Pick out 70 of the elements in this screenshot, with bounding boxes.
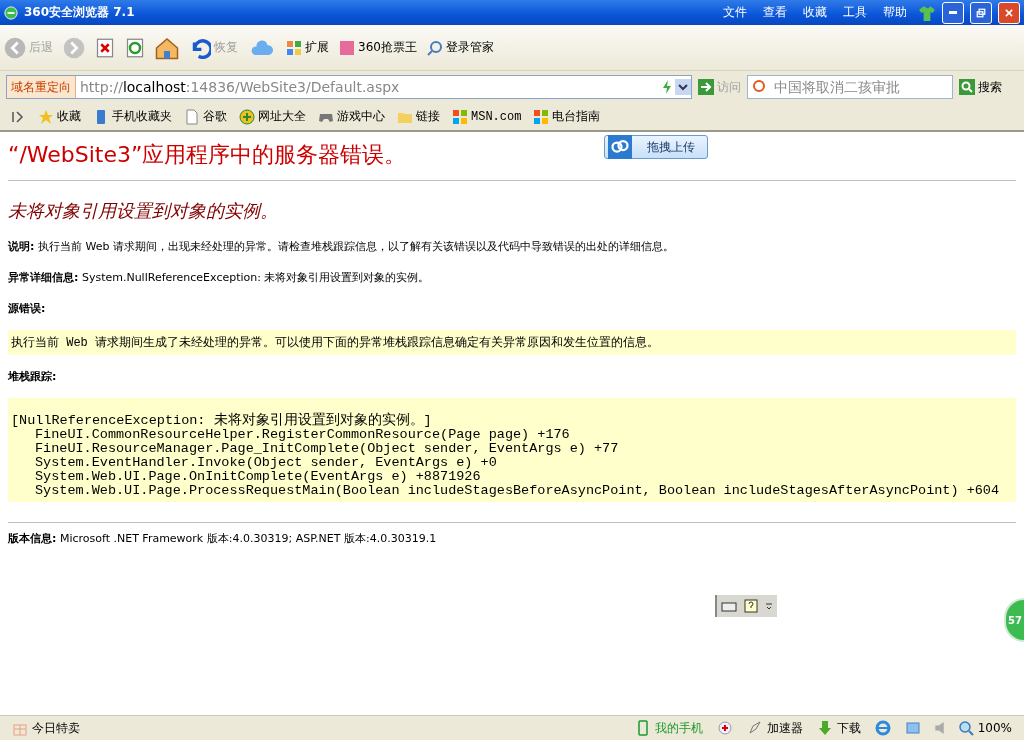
section-heading: 堆栈跟踪: — [8, 369, 58, 384]
status-item[interactable]: 加速器 — [746, 719, 803, 737]
bookmark-item[interactable]: 链接 — [397, 108, 440, 125]
upload-button[interactable]: 拖拽上传 — [604, 135, 708, 159]
page-heading: “/WebSite3”应用程序中的服务器错误。 — [8, 141, 407, 169]
status-item[interactable] — [716, 720, 733, 736]
star-icon — [38, 108, 54, 125]
restore-button[interactable] — [970, 1, 992, 24]
sidebar-toggle-icon — [10, 108, 26, 125]
version-info-text: 版本信息: Microsoft .NET Framework 版本:4.0.30319; ASP.NET 版本:4.0.30319.1 — [8, 531, 438, 546]
bookmark-item[interactable]: 游戏中心 — [318, 108, 385, 125]
stack-trace-box: [NullReferenceException: 未将对象引用设置到对象的实例。] FineUI.CommonResourceHelper.RegisterCommonResource(Page page) +176 FineUI.ResourceManager.Page_InitComplete(Object sender, EventArgs e) +77 System.EventHandler.Invoke(Object sender, EventArgs e) +0 System.Web.UI.Page.OnInitComplete(EventArgs e) +8871926 System.Web.UI.Page.ProcessRequestMain(Boolean includeStagesBeforeAsyncPoint, Boolean includeStagesAfterAsyncPoint) +604 — [8, 398, 1016, 502]
home-icon — [155, 35, 179, 60]
bookmark-item[interactable]: 谷歌 — [184, 108, 227, 125]
ticket-button[interactable]: 360抢票王 — [339, 39, 417, 56]
url-text: http://localhost:14836/WebSite3/Default.aspx — [79, 79, 401, 95]
grid-icon — [286, 39, 302, 56]
bookmark-item[interactable]: 网址大全 — [239, 108, 306, 125]
bookmark-item[interactable]: 电台指南 — [533, 108, 601, 125]
menu-item[interactable]: 帮助 — [878, 4, 912, 21]
arrow-right-icon — [698, 79, 714, 95]
status-item[interactable]: 100% — [957, 720, 1012, 736]
login-button[interactable]: 登录管家 — [426, 39, 494, 56]
bookmark-item[interactable]: 手机收藏夹 — [93, 108, 172, 125]
refresh-button[interactable] — [125, 37, 145, 58]
exception-details-text: 异常详细信息: System.NullReferenceException: 未将对象引用设置到对象的实例。 — [8, 270, 431, 285]
menu-item[interactable]: 文件 — [718, 4, 752, 21]
status-item[interactable]: 下载 — [816, 719, 861, 737]
restore-icon — [976, 7, 986, 18]
speaker-icon — [934, 722, 944, 734]
close-icon — [1004, 7, 1014, 18]
minimize-icon — [949, 11, 957, 14]
search-field[interactable]: 中国将取消二孩审批 — [747, 75, 953, 99]
cloud-icon — [605, 135, 635, 159]
redirect-badge: 域名重定向 — [7, 76, 76, 98]
window-icon — [904, 720, 921, 736]
bookmark-item[interactable]: MSN.com — [452, 108, 522, 125]
menu-item[interactable]: 查看 — [758, 4, 792, 21]
search-button[interactable]: 搜索 — [959, 78, 1002, 96]
status-item[interactable]: 今日特卖 — [12, 719, 80, 737]
shirt-icon — [918, 3, 936, 22]
windows-logo-icon — [533, 108, 550, 125]
window-title: 360安全浏览器 7.1 — [24, 4, 136, 21]
stop-button[interactable] — [95, 37, 115, 58]
browser-logo-icon — [4, 5, 18, 20]
error-message: 未将对象引用设置到对象的实例。 — [8, 199, 279, 223]
ticket-icon — [339, 39, 355, 56]
windows-logo-icon — [452, 108, 468, 125]
source-error-box: 执行当前 Web 请求期间生成了未经处理的异常。可以使用下面的异常堆栈跟踪信息确定有关异常原因和发生位置的信息。 — [8, 330, 1016, 355]
dropdown-caret-icon — [675, 77, 691, 97]
help-icon — [743, 598, 759, 614]
medical-cross-icon — [716, 720, 733, 736]
close-button[interactable] — [998, 1, 1020, 24]
status-item[interactable] — [904, 720, 921, 736]
extend-button[interactable]: 扩展 — [286, 39, 329, 56]
plus-icon — [239, 108, 255, 125]
bookmark-item[interactable]: 收藏 — [38, 108, 81, 125]
magnifier-icon — [426, 39, 443, 56]
stop-icon — [95, 37, 115, 58]
download-arrow-icon — [816, 720, 833, 736]
menu-item[interactable]: 收藏 — [798, 4, 832, 21]
description-text: 说明: 执行当前 Web 请求期间，出现未经处理的异常。请检查堆栈跟踪信息，以了解有关该错误以及代码中导致错误的出处的详细信息。 — [8, 239, 675, 254]
minimize-button[interactable] — [942, 1, 964, 24]
address-field[interactable]: 域名重定向 http://localhost:14836/WebSite3/Default.aspx — [6, 75, 692, 99]
refresh-icon — [125, 37, 145, 58]
section-heading: 源错误: — [8, 301, 47, 316]
menu-item[interactable]: 工具 — [838, 4, 872, 21]
home-button[interactable] — [155, 35, 179, 60]
page-icon — [184, 108, 200, 125]
magnifier-icon — [957, 720, 974, 736]
